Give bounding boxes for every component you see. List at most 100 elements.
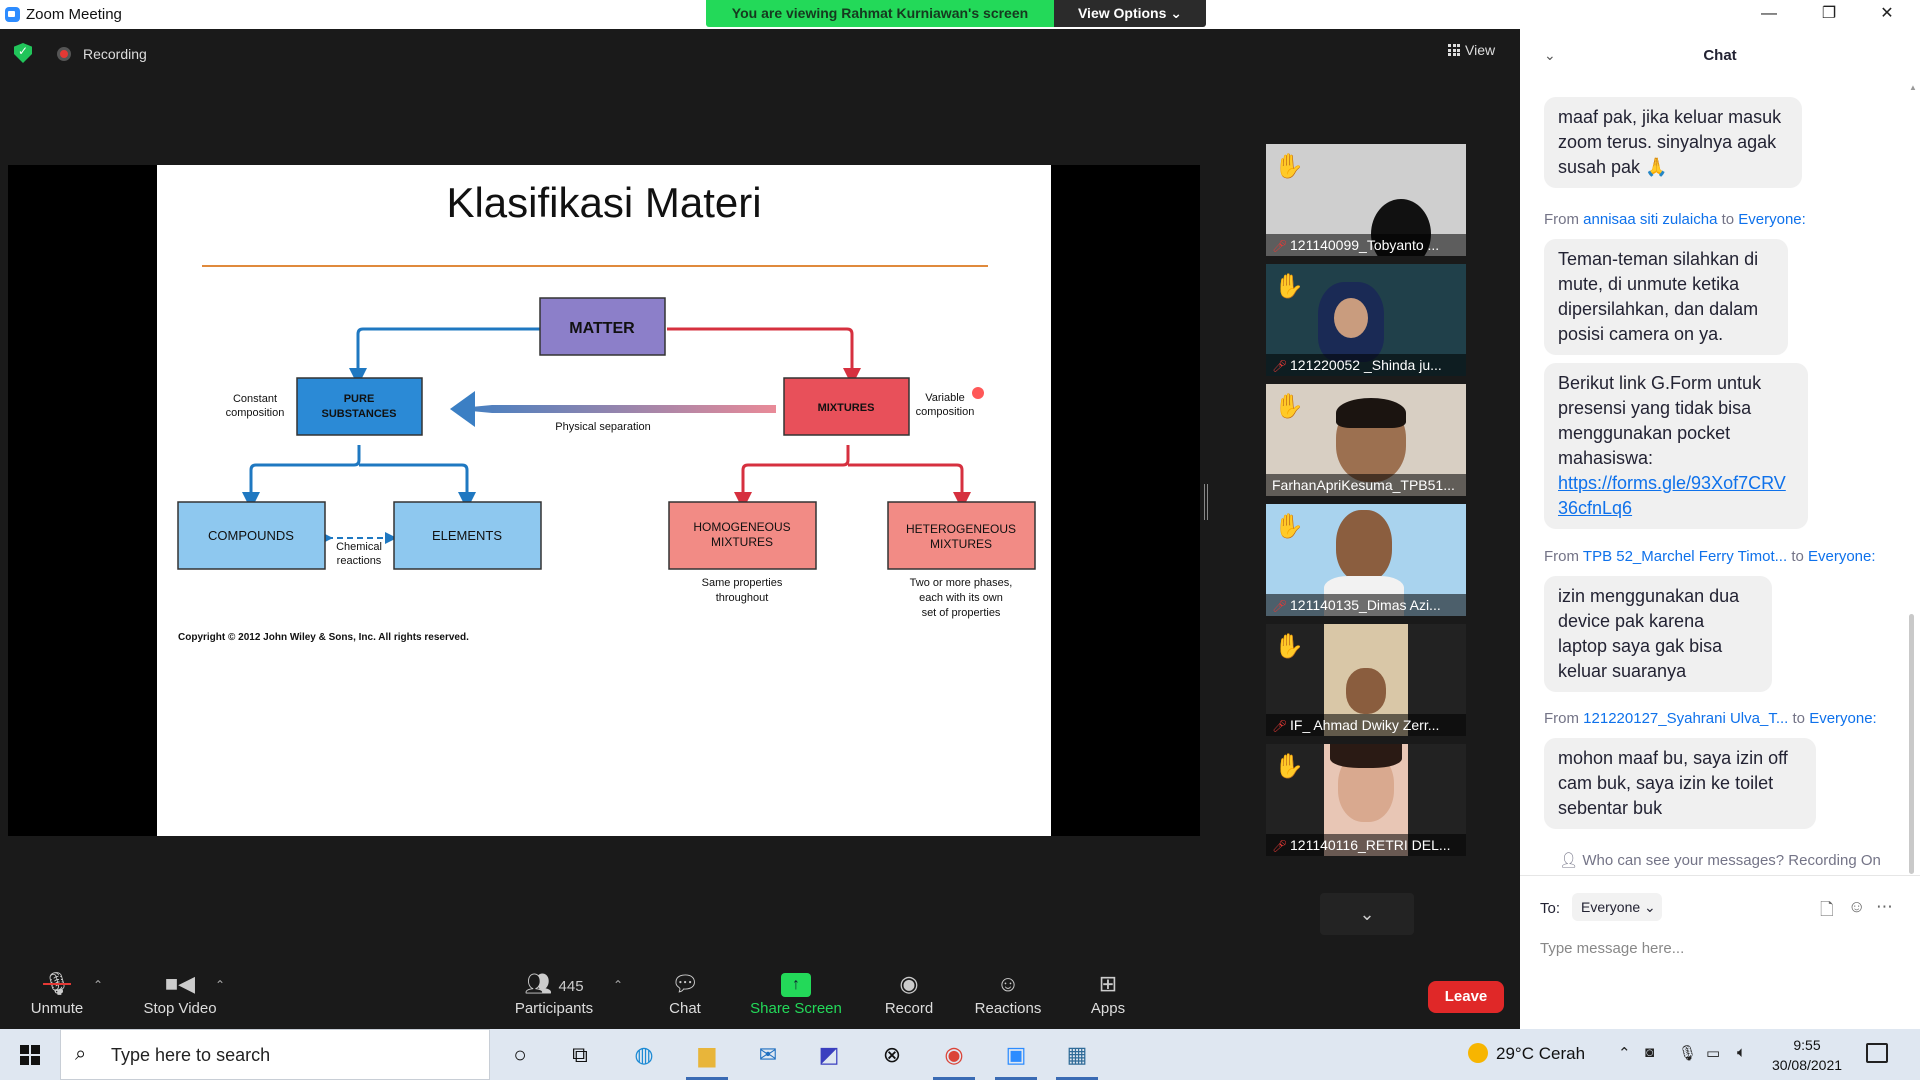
panel-resize-handle[interactable]: [1204, 484, 1208, 520]
pure-to-elements-connector: [359, 463, 476, 510]
chat-sender-line: From TPB 52_Marchel Ferry Timot... to Ev…: [1544, 548, 1876, 565]
constant-label-line2: composition: [226, 407, 285, 419]
zoom-taskbar-icon[interactable]: ▣: [995, 1039, 1037, 1080]
unmute-button[interactable]: 🎙︎ Unmute: [24, 968, 90, 1017]
mic-muted-icon: 🎙︎: [43, 971, 71, 996]
physical-separation-label: Physical separation: [555, 421, 650, 433]
mic-muted-icon: 🎤︎: [1272, 599, 1288, 613]
chat-message: Berikut link G.Form untuk presensi yang …: [1544, 363, 1808, 529]
file-icon[interactable]: 🗋: [1820, 897, 1834, 926]
participant-tile[interactable]: ✋ 🎤︎ 121140116_RETRI DEL...: [1266, 744, 1466, 856]
participant-tile[interactable]: ✋ 🎤︎ IF_ Ahmad Dwiky Zerr...: [1266, 624, 1466, 736]
edge-browser-icon[interactable]: ◍: [627, 1039, 661, 1071]
more-options-icon[interactable]: ⋯: [1876, 897, 1893, 917]
chat-scrollbar[interactable]: [1909, 614, 1914, 874]
raised-hand-icon: ✋: [1274, 393, 1304, 420]
raised-hand-icon: ✋: [1274, 513, 1304, 540]
mic-muted-icon: 🎤︎: [1272, 719, 1288, 733]
sender-name[interactable]: annisaa siti zulaicha: [1583, 211, 1717, 228]
participant-tile[interactable]: ✋ 🎤︎ 121140135_Dimas Azi...: [1266, 504, 1466, 616]
chat-panel: ⌄ Chat maaf pak, jika keluar masuk zoom …: [1520, 29, 1920, 1029]
scroll-down-gallery-button[interactable]: ⌄: [1320, 893, 1414, 935]
chat-label: Chat: [669, 1000, 701, 1017]
slide-copyright: Copyright © 2012 John Wiley & Sons, Inc.…: [178, 632, 469, 643]
calculator-icon[interactable]: ▦: [1056, 1039, 1098, 1080]
chat-title: Chat: [1703, 47, 1737, 64]
emoji-icon[interactable]: ☺︎: [1848, 897, 1865, 917]
chat-sender-line: From 121220127_Syahrani Ulva_T... to Eve…: [1544, 710, 1877, 727]
view-options-button[interactable]: View Options ⌄: [1054, 0, 1206, 27]
file-explorer-icon[interactable]: ▆: [686, 1039, 728, 1080]
share-screen-button[interactable]: ↑ Share Screen: [750, 968, 842, 1017]
cortana-icon[interactable]: ○: [503, 1039, 537, 1071]
recipient-name[interactable]: Everyone:: [1738, 211, 1806, 228]
speaker-icon[interactable]: 🔈︎: [1737, 1044, 1746, 1061]
privacy-label: Who can see your messages? Recording On: [1582, 852, 1881, 869]
gform-link[interactable]: https://forms.gle/93Xof7CRV36cfnLq6: [1558, 473, 1786, 518]
math-app-icon[interactable]: ◩: [812, 1039, 846, 1071]
privacy-notice[interactable]: 👤︎ Who can see your messages? Recording …: [1520, 851, 1920, 869]
webcam-icon[interactable]: ◙: [1645, 1044, 1654, 1061]
zoom-app-icon: [5, 7, 20, 22]
mail-icon[interactable]: ✉: [751, 1039, 785, 1071]
participant-name: 121220052 _Shinda ju...: [1290, 357, 1442, 373]
homogeneous-desc-line2: throughout: [716, 592, 769, 604]
heterogeneous-text-line2: MIXTURES: [930, 537, 992, 551]
participants-options-caret[interactable]: ⌃: [613, 978, 623, 992]
recipient-name[interactable]: Everyone:: [1809, 710, 1877, 727]
participant-face: [1334, 298, 1368, 338]
share-screen-icon: ↑: [781, 973, 811, 998]
recipient-select[interactable]: Everyone ⌄: [1572, 893, 1662, 921]
video-options-caret[interactable]: ⌃: [215, 978, 225, 992]
stop-video-label: Stop Video: [143, 1000, 217, 1017]
to-word: to: [1792, 710, 1806, 727]
audio-options-caret[interactable]: ⌃: [93, 978, 103, 992]
apps-button[interactable]: ⊞ Apps: [1088, 968, 1128, 1017]
mixtures-text: MIXTURES: [818, 402, 875, 414]
record-button[interactable]: ◉ Record: [882, 968, 936, 1017]
sender-name[interactable]: TPB 52_Marchel Ferry Timot...: [1583, 548, 1787, 565]
reactions-button[interactable]: ☺︎ Reactions: [974, 968, 1042, 1017]
participant-tile[interactable]: ✋ 🎤︎ 121140099_Tobyanto ...: [1266, 144, 1466, 256]
minimize-button[interactable]: —: [1746, 2, 1792, 26]
participant-tile[interactable]: ✋ 🎤︎ 121220052 _Shinda ju...: [1266, 264, 1466, 376]
chevron-down-icon: ⌄: [1359, 904, 1375, 924]
microphone-icon[interactable]: 🎙︎: [1678, 1044, 1697, 1062]
heterogeneous-desc-line1: Two or more phases,: [910, 577, 1013, 589]
sender-name[interactable]: 121220127_Syahrani Ulva_T...: [1583, 710, 1788, 727]
presentation-slide: Klasifikasi Materi MATTER PURE SUBSTANCE…: [157, 165, 1051, 836]
matter-text: MATTER: [569, 320, 635, 337]
taskbar-search-box[interactable]: ⌕ Type here to search: [60, 1029, 490, 1080]
pure-text-line1: PURE: [344, 393, 375, 405]
participants-button[interactable]: 👥︎ 445 Participants: [512, 968, 596, 1017]
variable-label-line2: composition: [916, 406, 975, 418]
security-shield-icon[interactable]: [14, 43, 32, 63]
windows-start-icon[interactable]: [20, 1045, 40, 1065]
recording-label: Recording: [83, 46, 147, 62]
chat-message-input[interactable]: [1540, 933, 1900, 963]
maximize-button[interactable]: ❐: [1806, 2, 1852, 26]
participant-hair: [1330, 744, 1402, 768]
weather-widget[interactable]: 29°C Cerah: [1468, 1043, 1585, 1064]
notification-center-icon[interactable]: [1866, 1043, 1888, 1063]
chevron-up-icon[interactable]: ⌃: [1618, 1044, 1631, 1062]
stop-video-button[interactable]: ■◀ Stop Video: [135, 968, 225, 1017]
system-clock[interactable]: 9:55 30/08/2021: [1767, 1035, 1847, 1075]
chemical-label-line1: Chemical: [336, 541, 382, 553]
participant-tile[interactable]: ✋ FarhanApriKesuma_TPB51...: [1266, 384, 1466, 496]
chat-button[interactable]: 💬︎ Chat: [660, 968, 710, 1017]
video-camera-icon: ■◀: [164, 971, 196, 996]
view-button[interactable]: View: [1448, 42, 1495, 58]
recipient-name[interactable]: Everyone:: [1808, 548, 1876, 565]
close-button[interactable]: ✕: [1864, 2, 1910, 26]
mic-muted-icon: 🎤︎: [1272, 239, 1288, 253]
apps-label: Apps: [1090, 1000, 1126, 1017]
participant-name: 121140135_Dimas Azi...: [1290, 597, 1441, 613]
leave-button[interactable]: Leave: [1428, 981, 1504, 1013]
apps-icon: ⊞: [1098, 971, 1118, 996]
chrome-icon[interactable]: ◉: [933, 1039, 975, 1080]
task-view-icon[interactable]: ⧉: [563, 1039, 597, 1071]
xbox-icon[interactable]: ⊗: [875, 1039, 909, 1071]
battery-icon[interactable]: ▭: [1706, 1044, 1720, 1062]
scroll-up-arrow[interactable]: ▲: [1909, 83, 1917, 92]
